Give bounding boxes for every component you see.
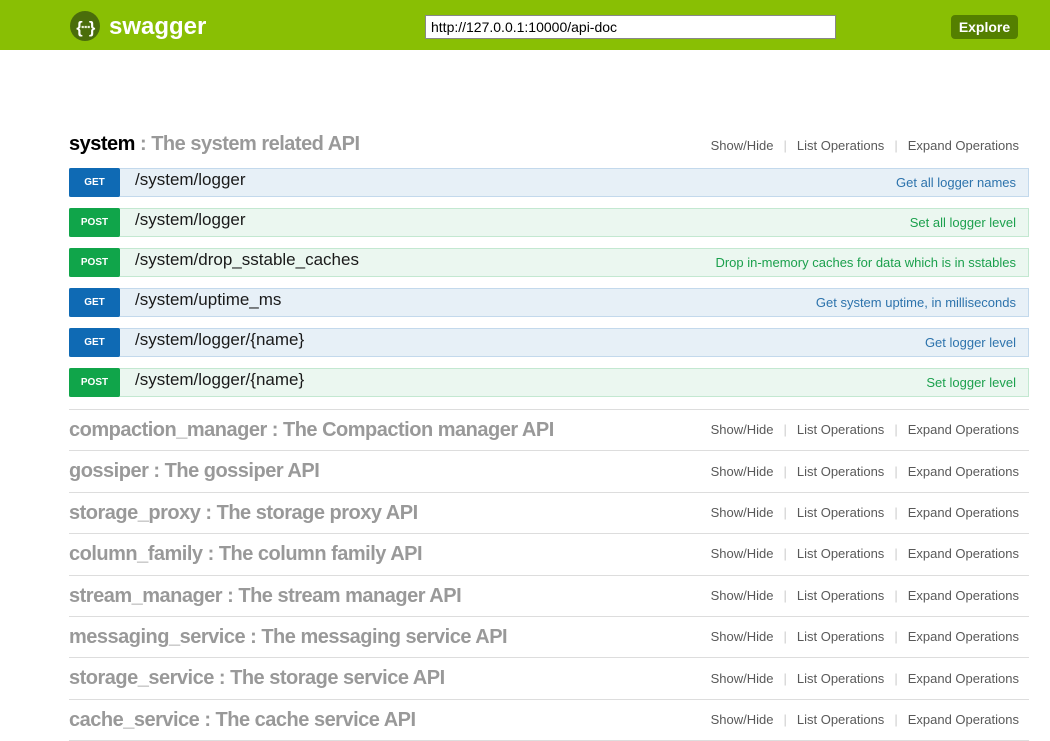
- svg-text:}: }: [89, 19, 96, 37]
